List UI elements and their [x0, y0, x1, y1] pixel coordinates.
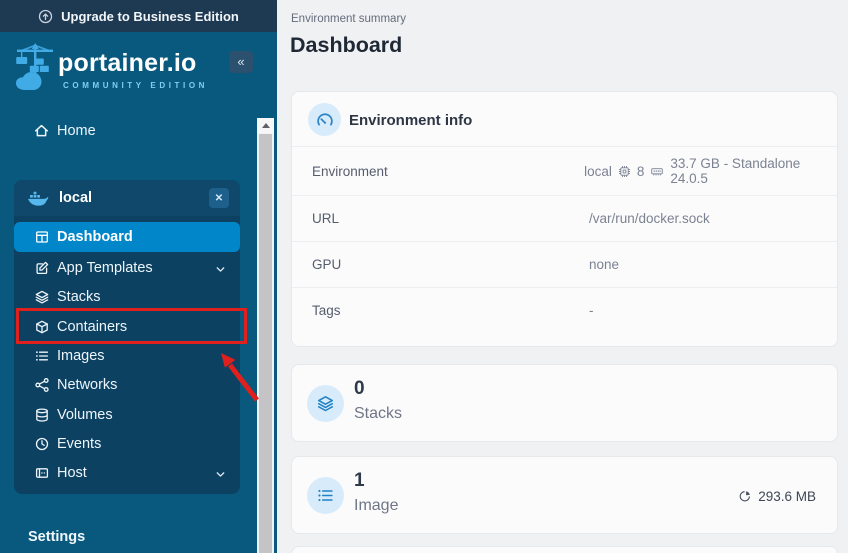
- environment-row: Environment local 8 33.7 GB - Standalone…: [292, 147, 837, 195]
- page-title: Dashboard: [290, 33, 402, 58]
- chevron-down-icon: [215, 467, 226, 485]
- sidebar-item-label: Containers: [57, 319, 127, 335]
- networks-icon: [33, 376, 50, 393]
- upgrade-banner-label: Upgrade to Business Edition: [61, 9, 239, 24]
- brand-name: portainer.io: [58, 49, 197, 78]
- arrow-up-circle-icon: [38, 9, 53, 24]
- breadcrumb: Environment summary: [291, 13, 406, 25]
- brand-edition: COMMUNITY EDITION: [63, 81, 208, 90]
- stacks-layers-icon: [307, 385, 344, 422]
- row-label: Tags: [312, 303, 589, 318]
- environment-value-name: local: [584, 164, 612, 179]
- environment-info-header: Environment info: [292, 92, 837, 147]
- sidebar-item-label: App Templates: [57, 260, 153, 276]
- image-list-icon: [307, 477, 344, 514]
- sidebar-item-events[interactable]: Events: [14, 429, 240, 458]
- cpu-count: 8: [637, 164, 645, 179]
- row-value: -: [589, 303, 594, 318]
- image-size-value: 293.6 MB: [758, 489, 816, 504]
- gpu-row: GPU none: [292, 241, 837, 287]
- sidebar-item-label: Dashboard: [57, 229, 133, 245]
- pie-chart-icon: [738, 489, 752, 503]
- images-icon: [33, 347, 50, 364]
- sidebar-item-dashboard[interactable]: Dashboard: [14, 222, 240, 252]
- close-environment-button[interactable]: ✕: [209, 188, 229, 208]
- sidebar-scrollbar[interactable]: [257, 118, 274, 553]
- images-card[interactable]: 1 Image 293.6 MB: [291, 456, 838, 534]
- dashboard-icon: [33, 229, 50, 246]
- image-size: 293.6 MB: [738, 457, 816, 535]
- row-value: /var/run/docker.sock: [589, 211, 710, 226]
- image-count: 1: [354, 470, 365, 492]
- row-value: none: [589, 257, 619, 272]
- app-templates-icon: [33, 259, 50, 276]
- image-label: Image: [354, 497, 398, 515]
- gauge-icon: [308, 103, 341, 136]
- sidebar-item-host[interactable]: Host: [14, 458, 240, 487]
- host-icon: [33, 464, 50, 481]
- collapse-sidebar-button[interactable]: «: [229, 51, 253, 73]
- stacks-icon: [33, 288, 50, 305]
- sidebar-item-label: Networks: [57, 377, 117, 393]
- sidebar-item-volumes[interactable]: Volumes: [14, 400, 240, 429]
- environment-specs: 33.7 GB - Standalone 24.0.5: [670, 156, 837, 186]
- environment-selector[interactable]: local ✕: [14, 180, 240, 216]
- portainer-app: Upgrade to Business Edition: [0, 0, 848, 553]
- sidebar-item-label: Home: [57, 123, 96, 139]
- tags-row: Tags -: [292, 287, 837, 333]
- scrollbar-up-arrow[interactable]: [257, 118, 274, 133]
- docker-whale-icon: [27, 190, 50, 207]
- home-icon: [33, 122, 50, 139]
- row-label: GPU: [312, 257, 589, 272]
- sidebar-item-images[interactable]: Images: [14, 341, 240, 370]
- sidebar-item-label: Stacks: [57, 289, 101, 305]
- sidebar-item-networks[interactable]: Networks: [14, 370, 240, 399]
- upgrade-banner[interactable]: Upgrade to Business Edition: [0, 0, 277, 32]
- sidebar-item-label: Events: [57, 436, 101, 452]
- url-row: URL /var/run/docker.sock: [292, 195, 837, 241]
- brand-block: portainer.io COMMUNITY EDITION «: [0, 38, 277, 100]
- sidebar-item-label: Volumes: [57, 407, 113, 423]
- stacks-card[interactable]: 0 Stacks: [291, 364, 838, 442]
- sidebar-section-settings[interactable]: Settings: [28, 529, 85, 545]
- containers-icon: [33, 318, 50, 335]
- stacks-count: 0: [354, 378, 365, 400]
- row-value: local 8 33.7 GB - Standalone 24.0.5: [584, 156, 837, 186]
- portainer-logo-icon: [13, 41, 57, 98]
- panel-title: Environment info: [349, 112, 472, 129]
- environment-name: local: [59, 190, 92, 206]
- main-content: Environment summary Dashboard Environmen…: [277, 0, 848, 553]
- chevron-down-icon: [215, 262, 226, 280]
- row-label: URL: [312, 211, 589, 226]
- stacks-label: Stacks: [354, 405, 402, 423]
- next-card-partial: [291, 546, 838, 553]
- events-icon: [33, 435, 50, 452]
- sidebar-item-app-templates[interactable]: App Templates: [14, 253, 240, 282]
- cpu-icon: [618, 165, 631, 178]
- sidebar-item-label: Images: [57, 348, 105, 364]
- memory-icon: [650, 165, 664, 178]
- sidebar-item-containers[interactable]: Containers: [14, 312, 240, 341]
- sidebar-item-stacks[interactable]: Stacks: [14, 282, 240, 311]
- scrollbar-thumb[interactable]: [259, 134, 272, 553]
- environment-info-panel: Environment info Environment local 8 33.…: [291, 91, 838, 347]
- volumes-icon: [33, 406, 50, 423]
- sidebar-item-home[interactable]: Home: [14, 116, 240, 145]
- sidebar: Upgrade to Business Edition: [0, 0, 277, 553]
- sidebar-item-label: Host: [57, 465, 87, 481]
- row-label: Environment: [312, 164, 584, 179]
